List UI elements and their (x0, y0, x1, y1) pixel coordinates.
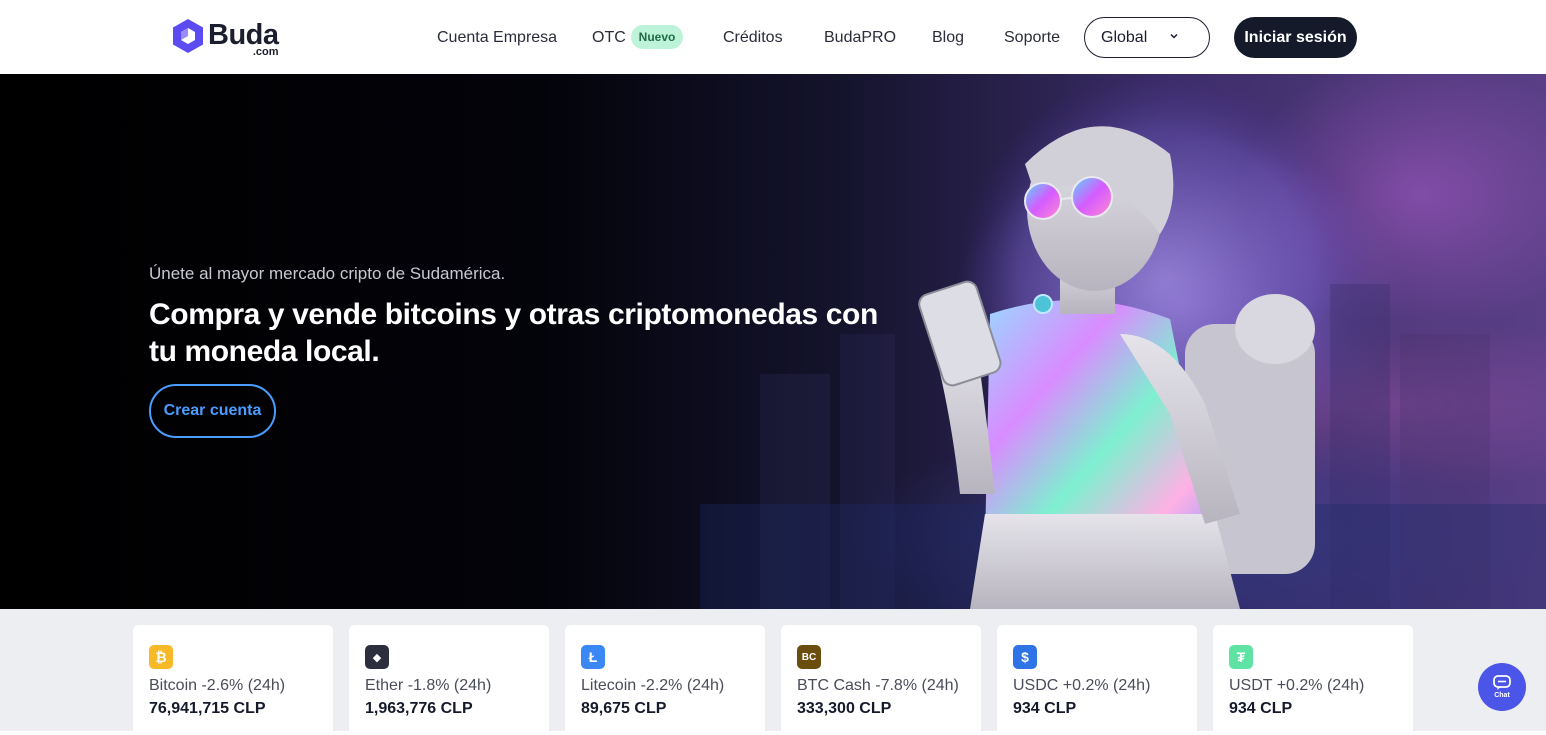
chat-button[interactable]: Chat (1478, 663, 1526, 711)
hero-subtitle: Únete al mayor mercado cripto de Sudamér… (149, 264, 506, 283)
price-value: 934 CLP (1229, 700, 1293, 717)
bitcoin-icon: ₿ (149, 645, 173, 669)
price-value: 333,300 CLP (797, 700, 892, 717)
region-select[interactable]: Global (1084, 17, 1210, 58)
nav-soporte[interactable]: Soporte (1004, 29, 1060, 47)
usdt-icon: ₮ (1229, 645, 1253, 669)
price-value: 1,963,776 CLP (365, 700, 473, 717)
nav-blog[interactable]: Blog (932, 29, 964, 47)
usdc-icon: $ (1013, 645, 1037, 669)
logo-domain: .com (252, 46, 279, 58)
top-navbar: Buda .com Cuenta Empresa OTC Nuevo Crédi… (0, 0, 1546, 74)
nav-creditos[interactable]: Créditos (723, 29, 783, 47)
price-change: USDC +0.2% (24h) (1013, 677, 1151, 694)
price-change: USDT +0.2% (24h) (1229, 677, 1365, 694)
buda-logo[interactable]: Buda .com (172, 18, 279, 58)
region-select-value: Global (1101, 28, 1148, 46)
price-change: BTC Cash -7.8% (24h) (797, 677, 959, 694)
nav-budapro[interactable]: BudaPRO (824, 29, 896, 47)
price-ticker: ₿ Bitcoin -2.6% (24h) 76,941,715 CLP ◆ E… (0, 609, 1546, 735)
chat-label: Chat (1494, 692, 1510, 699)
hero-banner: Únete al mayor mercado cripto de Sudamér… (0, 74, 1546, 609)
login-button[interactable]: Iniciar sesión (1234, 17, 1357, 58)
price-value: 76,941,715 CLP (149, 700, 266, 717)
ether-icon: ◆ (365, 645, 389, 669)
hero-title: Compra y vende bitcoins y otras criptomo… (149, 298, 878, 368)
price-card-litecoin[interactable]: Ł Litecoin -2.2% (24h) 89,675 CLP (565, 625, 765, 735)
price-change: Ether -1.8% (24h) (365, 677, 492, 694)
create-account-button[interactable]: Crear cuenta (149, 384, 276, 438)
btc-cash-icon: BC (797, 645, 821, 669)
nav-otc[interactable]: OTC (592, 29, 626, 47)
chat-icon (1493, 675, 1511, 690)
price-card-usdc[interactable]: $ USDC +0.2% (24h) 934 CLP (997, 625, 1197, 735)
litecoin-icon: Ł (581, 645, 605, 669)
price-card-bitcoin[interactable]: ₿ Bitcoin -2.6% (24h) 76,941,715 CLP (133, 625, 333, 735)
price-card-btc-cash[interactable]: BC BTC Cash -7.8% (24h) 333,300 CLP (781, 625, 981, 735)
buda-logo-icon (173, 19, 203, 53)
price-card-ether[interactable]: ◆ Ether -1.8% (24h) 1,963,776 CLP (349, 625, 549, 735)
price-value: 934 CLP (1013, 700, 1077, 717)
price-change: Bitcoin -2.6% (24h) (149, 677, 286, 694)
nav-cuenta-empresa[interactable]: Cuenta Empresa (437, 29, 557, 47)
chevron-down-icon (1170, 33, 1178, 39)
new-badge: Nuevo (631, 25, 683, 49)
price-value: 89,675 CLP (581, 700, 667, 717)
price-card-usdt[interactable]: ₮ USDT +0.2% (24h) 934 CLP (1213, 625, 1413, 735)
price-change: Litecoin -2.2% (24h) (581, 677, 725, 694)
